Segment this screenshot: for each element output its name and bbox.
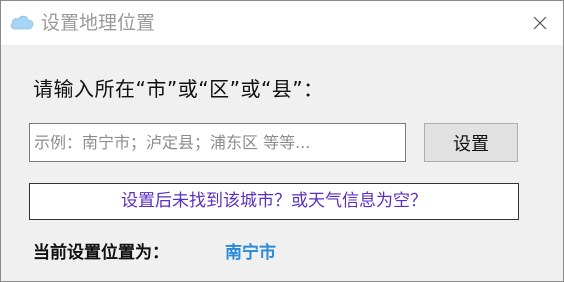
set-button[interactable]: 设置 [424,123,518,162]
city-input[interactable] [29,123,406,162]
current-location-value: 南宁市 [225,243,276,263]
settings-window: 设置地理位置 请输入所在“市”或“区”或“县”： 设置 设置后未找到该城市？或天… [0,0,564,282]
city-not-found-help-link[interactable]: 设置后未找到该城市？或天气信息为空？ [29,183,519,220]
close-button[interactable] [517,1,563,45]
title-bar[interactable]: 设置地理位置 [1,1,563,45]
location-prompt-label: 请输入所在“市”或“区”或“县”： [33,77,324,101]
window-title: 设置地理位置 [41,12,156,34]
close-icon [533,16,547,30]
cloud-icon [9,12,35,32]
current-location-label: 当前设置位置为： [33,243,169,263]
